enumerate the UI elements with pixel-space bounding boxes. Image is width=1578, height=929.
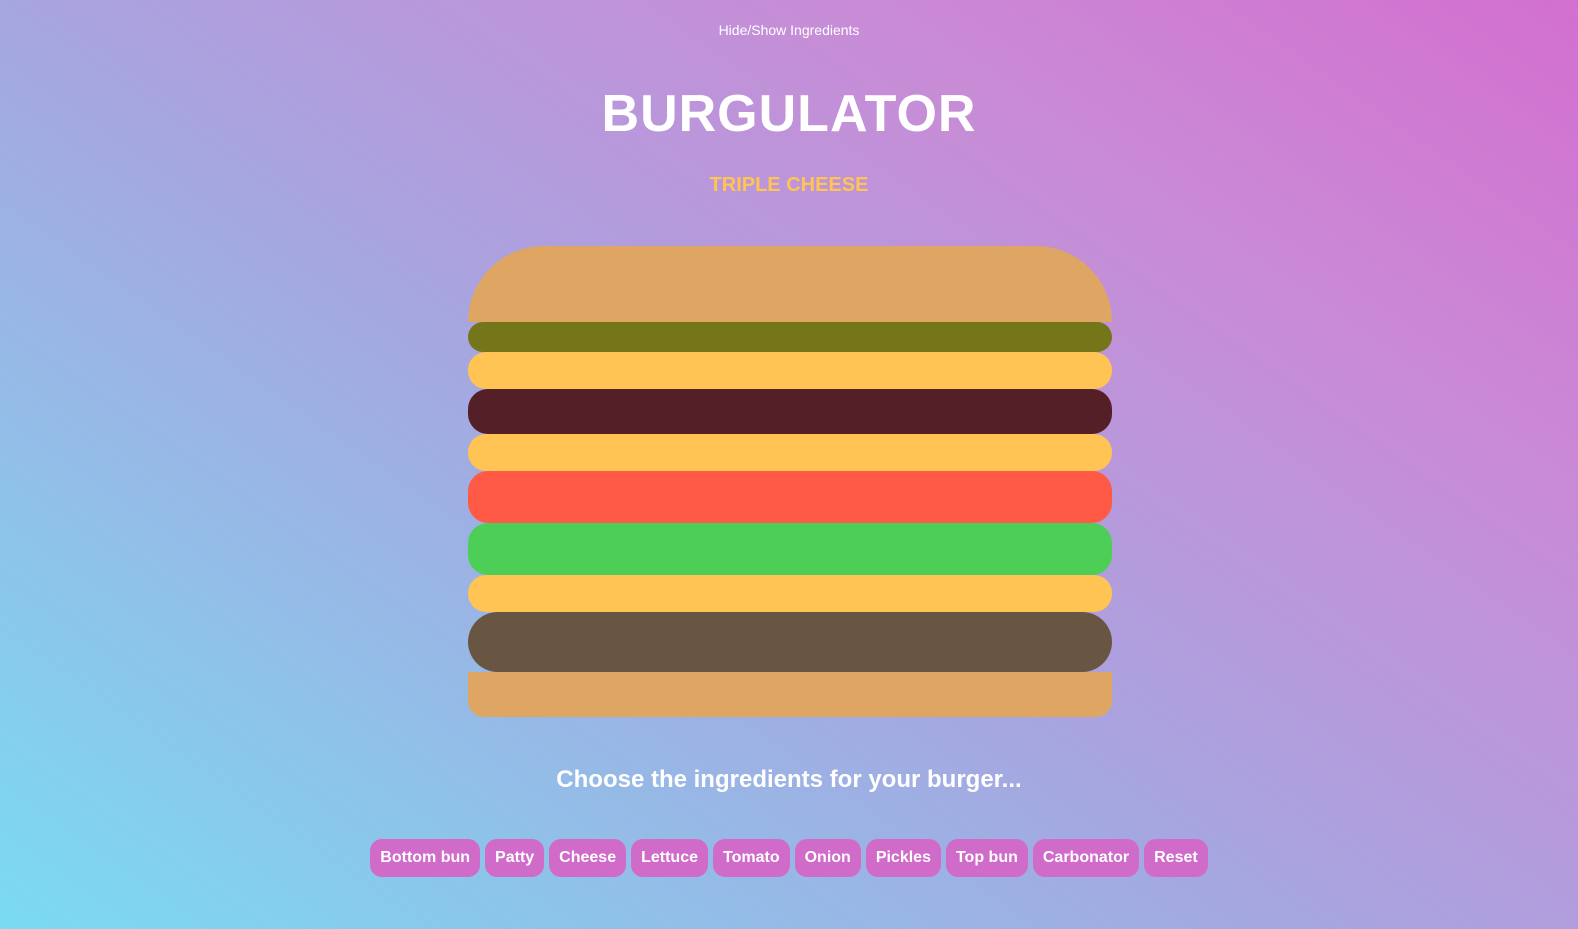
bottom-bun-button[interactable]: Bottom bun bbox=[370, 839, 481, 877]
app-title: BURGULATOR bbox=[601, 85, 977, 143]
onion-button[interactable]: Onion bbox=[794, 839, 861, 877]
bottom-bun-layer bbox=[468, 672, 1112, 717]
top-bun-layer bbox=[468, 246, 1112, 322]
ingredient-button-bar: Bottom bun Patty Cheese Lettuce Tomato O… bbox=[0, 839, 1578, 877]
cheese-layer bbox=[468, 575, 1112, 612]
carbonator-button[interactable]: Carbonator bbox=[1032, 839, 1140, 877]
cheese-layer bbox=[468, 434, 1112, 471]
patty-button[interactable]: Patty bbox=[485, 839, 545, 877]
lettuce-button[interactable]: Lettuce bbox=[631, 839, 708, 877]
onion-layer bbox=[468, 389, 1112, 434]
hide-show-ingredients-link[interactable]: Hide/Show Ingredients bbox=[0, 22, 1578, 38]
ingredients-prompt: Choose the ingredients for your burger..… bbox=[556, 766, 1022, 793]
patty-layer bbox=[468, 612, 1112, 672]
tomato-layer bbox=[468, 471, 1112, 523]
pickles-layer bbox=[468, 322, 1112, 352]
reset-button[interactable]: Reset bbox=[1144, 839, 1208, 877]
pickles-button[interactable]: Pickles bbox=[865, 839, 941, 877]
top-bun-button[interactable]: Top bun bbox=[945, 839, 1028, 877]
burger-name: TRIPLE CHEESE bbox=[709, 174, 869, 196]
cheese-button[interactable]: Cheese bbox=[549, 839, 627, 877]
burger-stack bbox=[468, 246, 1112, 717]
tomato-button[interactable]: Tomato bbox=[713, 839, 790, 877]
cheese-layer bbox=[468, 352, 1112, 389]
lettuce-layer bbox=[468, 523, 1112, 575]
